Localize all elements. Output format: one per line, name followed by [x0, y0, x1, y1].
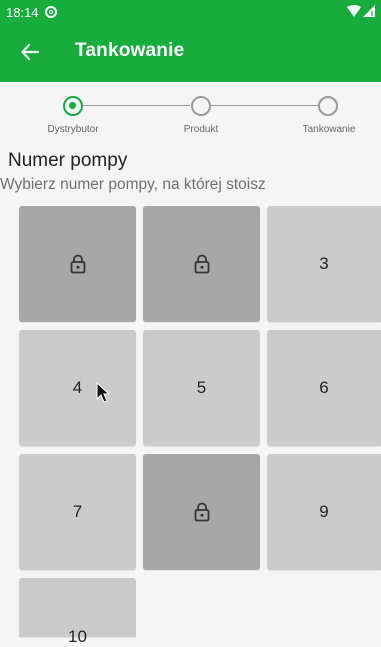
pump-number: 9	[319, 502, 329, 521]
stepper-connector	[211, 105, 318, 106]
pump-number: 6	[319, 378, 329, 397]
pump-number: 4	[72, 378, 83, 397]
step-label-product: Produkt	[183, 124, 219, 135]
pump-number: 7	[72, 502, 83, 521]
pump-number: 10	[68, 627, 87, 646]
signal-icon	[363, 5, 375, 17]
status-time: 18:14	[6, 4, 39, 20]
mouse-cursor-icon	[96, 382, 110, 403]
lock-icon	[70, 254, 85, 274]
pump-tile-locked	[19, 206, 136, 322]
status-icons	[347, 5, 375, 17]
pump-tile-10[interactable]: 10	[19, 578, 136, 646]
pump-tile-7[interactable]: 7	[19, 454, 136, 570]
step-label-distributor: Dystrybutor	[47, 124, 99, 135]
step-indicator-product	[191, 96, 211, 116]
app-bar: Tankowanie	[0, 24, 381, 82]
status-bar: 18:14	[0, 0, 381, 24]
pump-tile-3[interactable]: 3	[267, 206, 381, 322]
step-indicator-distributor	[63, 96, 83, 116]
step-label-refueling: Tankowanie	[302, 124, 356, 135]
page-title: Tankowanie	[75, 40, 185, 61]
wifi-icon	[347, 5, 361, 17]
pump-tile-locked	[143, 454, 260, 570]
lock-icon	[194, 254, 209, 274]
app-notification-icon	[44, 6, 57, 18]
pump-tile-4[interactable]: 4	[19, 330, 136, 446]
pump-number: 3	[319, 254, 329, 273]
pump-tile-5[interactable]: 5	[143, 330, 260, 446]
section-title: Numer pompy	[8, 150, 128, 171]
back-button[interactable]	[16, 38, 44, 66]
pump-tile-locked	[143, 206, 260, 322]
lock-icon	[194, 502, 209, 522]
progress-stepper: Dystrybutor Produkt Tankowanie	[0, 92, 381, 140]
pump-tile-6[interactable]: 6	[267, 330, 381, 446]
stepper-connector	[83, 105, 190, 106]
pump-number: 5	[196, 378, 207, 397]
section-subtitle: Wybierz numer pompy, na której stoisz	[0, 176, 266, 193]
arrow-left-icon	[21, 43, 39, 61]
pump-tile-9[interactable]: 9	[267, 454, 381, 570]
step-indicator-refueling	[318, 96, 338, 116]
